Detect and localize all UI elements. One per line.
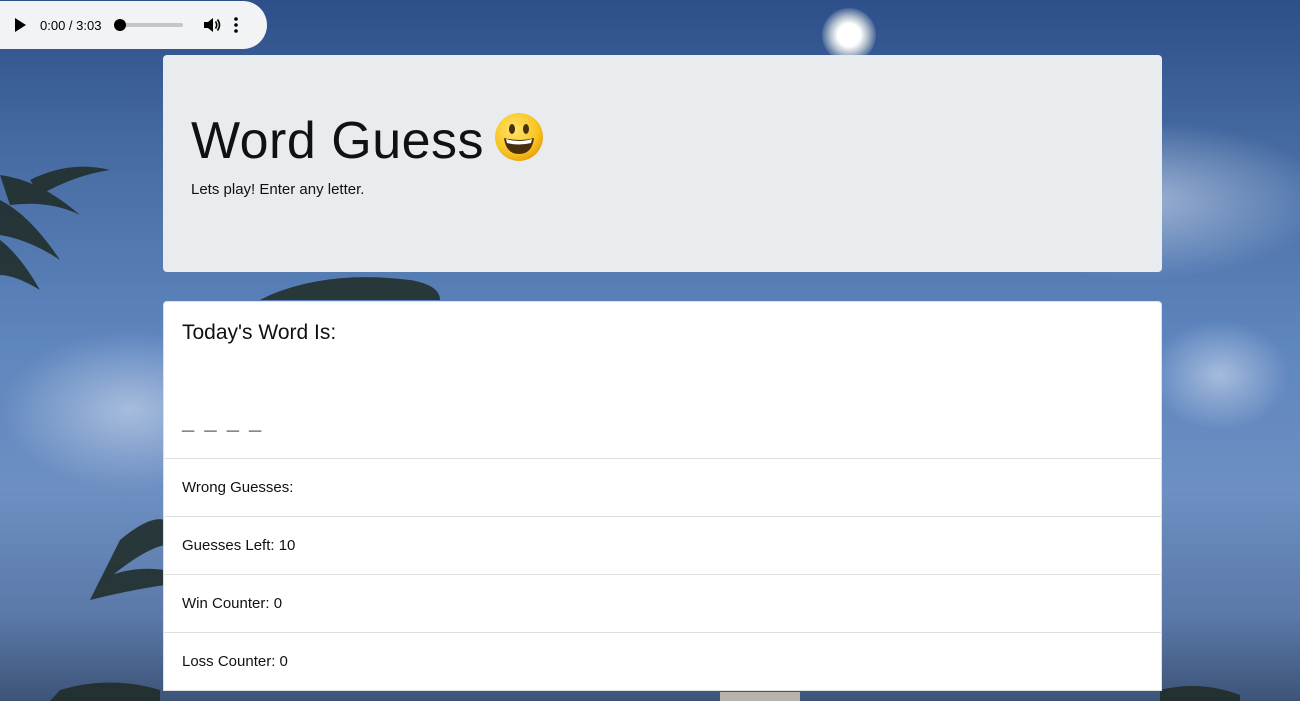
guesses-left-row: Guesses Left: 10 [163, 516, 1162, 575]
wrong-guesses-label: Wrong Guesses: [182, 479, 294, 496]
game-status-list: Today's Word Is: _ _ _ _ Wrong Guesses: … [163, 301, 1162, 691]
current-word-card: Today's Word Is: _ _ _ _ [163, 301, 1162, 459]
page-title: Word Guess [191, 111, 544, 171]
word-blanks: _ _ _ _ [182, 409, 264, 434]
page-subtitle: Lets play! Enter any letter. [191, 181, 365, 198]
smiley-emoji-icon [494, 112, 544, 162]
win-counter-label: Win Counter: 0 [182, 595, 283, 612]
play-icon[interactable] [14, 17, 28, 33]
loss-counter-label: Loss Counter: 0 [182, 653, 288, 670]
win-counter-row: Win Counter: 0 [163, 574, 1162, 633]
audio-time: 0:00 / 3:03 [40, 17, 102, 33]
word-heading: Today's Word Is: [182, 321, 337, 344]
audio-progress-thumb[interactable] [114, 19, 127, 31]
volume-icon[interactable] [203, 16, 221, 34]
more-vertical-icon[interactable] [233, 17, 239, 33]
title-text: Word Guess [191, 112, 485, 170]
guesses-left-label: Guesses Left: 10 [182, 537, 296, 554]
audio-player: 0:00 / 3:03 [0, 1, 267, 49]
header-jumbotron: Word Guess Lets play! Enter any letter. [163, 55, 1162, 272]
loss-counter-row: Loss Counter: 0 [163, 632, 1162, 691]
audio-progress-slider[interactable] [114, 19, 184, 31]
wrong-guesses-row: Wrong Guesses: [163, 458, 1162, 517]
